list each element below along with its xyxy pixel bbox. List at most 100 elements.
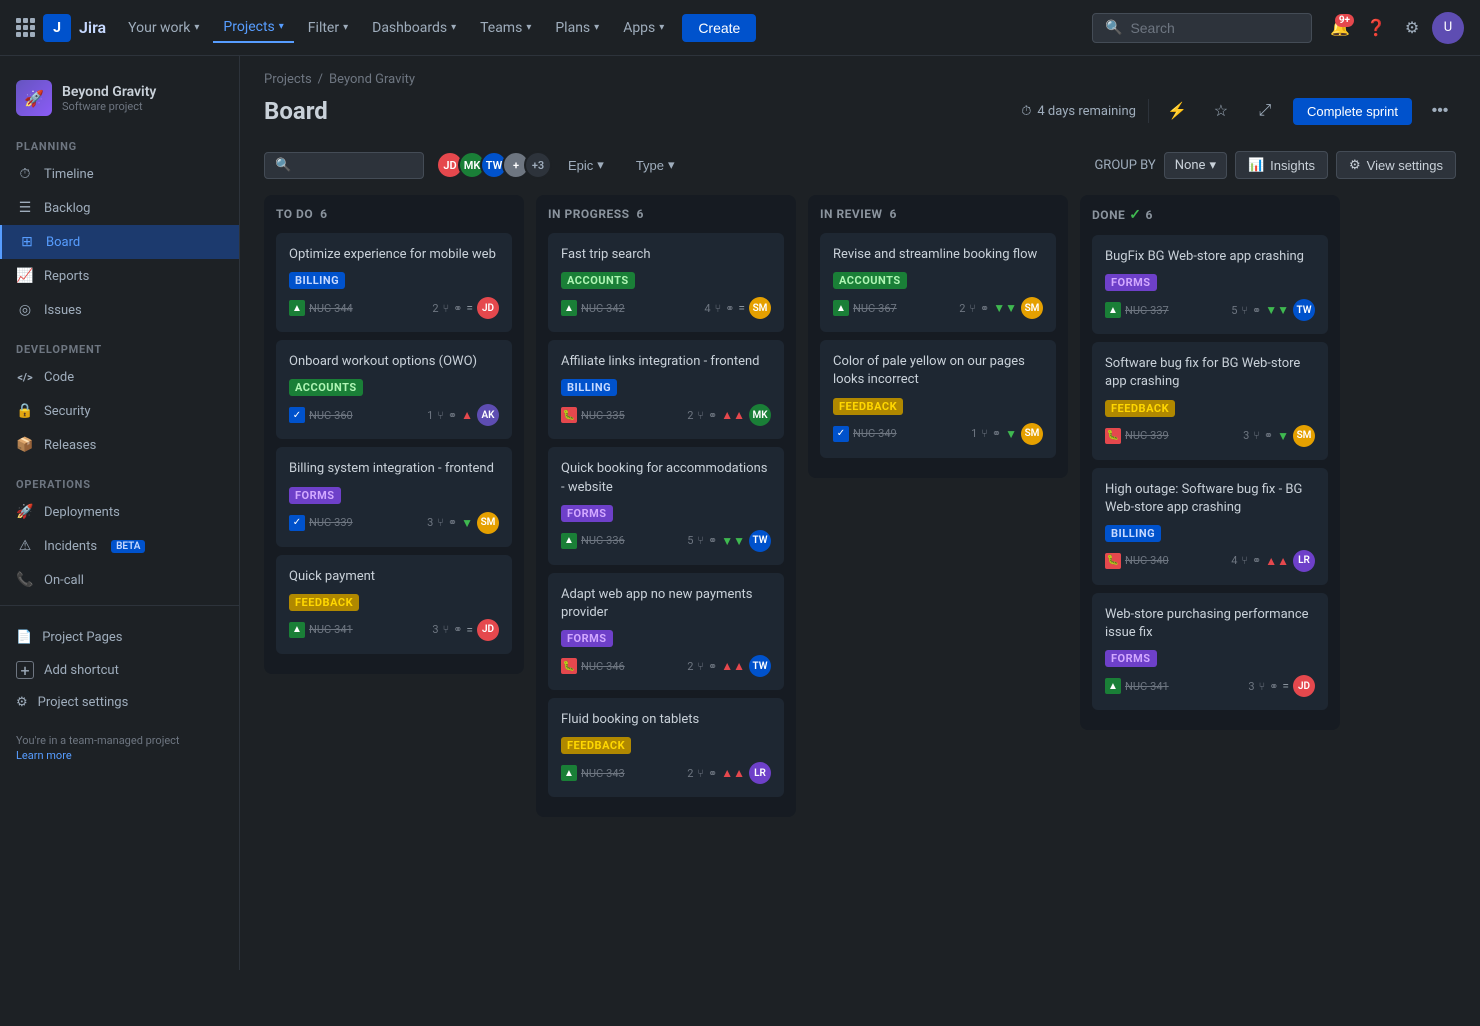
expand-button[interactable]: ⤢ bbox=[1249, 95, 1281, 127]
avatar-stack: JD MK TW + +3 bbox=[436, 151, 546, 179]
epic-filter-button[interactable]: Epic ▾ bbox=[558, 152, 614, 178]
sidebar-item-project-settings[interactable]: ⚙ Project settings bbox=[16, 687, 223, 718]
insights-button[interactable]: 📊 Insights bbox=[1235, 151, 1328, 179]
column-done: DONE ✓ 6 BugFix BG Web-store app crashin… bbox=[1080, 195, 1340, 730]
sidebar-item-releases[interactable]: 📦 Releases bbox=[0, 428, 239, 462]
sidebar-item-issues[interactable]: ◎ Issues bbox=[0, 293, 239, 327]
project-name: Beyond Gravity bbox=[62, 84, 223, 100]
breadcrumb-separator: / bbox=[318, 72, 323, 87]
card-nuc-346[interactable]: Adapt web app no new payments provider F… bbox=[548, 573, 784, 690]
nav-dashboards[interactable]: Dashboards ▾ bbox=[362, 14, 466, 42]
kanban-board: TO DO 6 Optimize experience for mobile w… bbox=[240, 195, 1480, 841]
card-nuc-337[interactable]: BugFix BG Web-store app crashing FORMS ▲… bbox=[1092, 235, 1328, 334]
sidebar-item-code[interactable]: </> Code bbox=[0, 360, 239, 394]
card-footer: ▲ NUC-336 5 ⑂ ⚭ ▼▼ TW bbox=[561, 530, 771, 552]
top-navigation: J Jira Your work ▾ Projects ▾ Filter ▾ D… bbox=[0, 0, 1480, 56]
project-details: Beyond Gravity Software project bbox=[62, 84, 223, 113]
card-meta: 2 ⑂ ⚭ ▲▲ bbox=[687, 766, 745, 780]
group-by-select[interactable]: None ▾ bbox=[1164, 152, 1227, 179]
view-settings-button[interactable]: ⚙ View settings bbox=[1336, 151, 1456, 179]
help-button[interactable]: ❓ bbox=[1360, 12, 1392, 44]
card-nuc-335[interactable]: Affiliate links integration - frontend B… bbox=[548, 340, 784, 439]
type-filter-button[interactable]: Type ▾ bbox=[626, 152, 685, 178]
card-nuc-343[interactable]: Fluid booking on tablets FEEDBACK ▲ NUC-… bbox=[548, 698, 784, 797]
search-input[interactable] bbox=[1130, 20, 1299, 36]
issue-type-icon: ▲ bbox=[833, 300, 849, 316]
card-meta: 1 ⑂ ⚭ ▼ bbox=[971, 427, 1017, 441]
sidebar-item-incidents[interactable]: ⚠ Incidents BETA bbox=[0, 529, 239, 563]
card-meta: 3 ⑂ ⚭ ▼ bbox=[427, 516, 473, 530]
sidebar-item-timeline[interactable]: ⏱ Timeline bbox=[0, 157, 239, 191]
column-header-inreview: IN REVIEW 6 bbox=[820, 207, 1056, 221]
card-nuc-349[interactable]: Color of pale yellow on our pages looks … bbox=[820, 340, 1056, 457]
card-assignee: JD bbox=[1293, 675, 1315, 697]
oncall-icon: 📞 bbox=[16, 571, 34, 589]
priority-icon: ▲▲ bbox=[1265, 554, 1289, 568]
nav-your-work[interactable]: Your work ▾ bbox=[118, 14, 209, 42]
card-meta: 2 ⑂ ⚭ = bbox=[432, 301, 473, 315]
star-button[interactable]: ☆ bbox=[1205, 95, 1237, 127]
nav-apps[interactable]: Apps ▾ bbox=[613, 14, 674, 42]
card-tag-feedback: FEEDBACK bbox=[289, 594, 359, 611]
breadcrumb-projects[interactable]: Projects bbox=[264, 72, 312, 87]
toolbar-right: GROUP BY None ▾ 📊 Insights ⚙ View settin… bbox=[1094, 151, 1456, 179]
chevron-icon: ▾ bbox=[594, 22, 599, 33]
sidebar-item-reports[interactable]: 📈 Reports bbox=[0, 259, 239, 293]
sidebar-item-oncall[interactable]: 📞 On-call bbox=[0, 563, 239, 597]
priority-icon: ▼▼ bbox=[721, 534, 745, 548]
card-nuc-360[interactable]: Onboard workout options (OWO) ACCOUNTS ✓… bbox=[276, 340, 512, 439]
card-nuc-339-done[interactable]: Software bug fix for BG Web-store app cr… bbox=[1092, 342, 1328, 459]
nav-filter[interactable]: Filter ▾ bbox=[298, 14, 358, 42]
beta-badge: BETA bbox=[111, 540, 145, 553]
priority-icon: ▼ bbox=[1277, 429, 1289, 443]
app-logo[interactable]: J Jira bbox=[16, 14, 106, 42]
sidebar-item-deployments[interactable]: 🚀 Deployments bbox=[0, 495, 239, 529]
priority-icon: = bbox=[466, 301, 473, 315]
notifications-button[interactable]: 🔔 9+ bbox=[1324, 12, 1356, 44]
board-search-input[interactable] bbox=[297, 158, 413, 173]
card-assignee: MK bbox=[749, 404, 771, 426]
nav-plans[interactable]: Plans ▾ bbox=[545, 14, 609, 42]
card-assignee: AK bbox=[477, 404, 499, 426]
card-nuc-342[interactable]: Fast trip search ACCOUNTS ▲ NUC-342 4 ⑂ … bbox=[548, 233, 784, 332]
nav-projects[interactable]: Projects ▾ bbox=[213, 13, 293, 43]
column-header-done: DONE ✓ 6 bbox=[1092, 207, 1328, 223]
create-button[interactable]: Create bbox=[682, 14, 756, 42]
card-nuc-339-todo[interactable]: Billing system integration - frontend FO… bbox=[276, 447, 512, 546]
sidebar-item-project-pages[interactable]: 📄 Project Pages bbox=[16, 622, 223, 653]
card-assignee: SM bbox=[1293, 425, 1315, 447]
card-assignee: LR bbox=[749, 762, 771, 784]
card-nuc-367[interactable]: Revise and streamline booking flow ACCOU… bbox=[820, 233, 1056, 332]
board-search-box[interactable]: 🔍 bbox=[264, 152, 424, 179]
card-nuc-341-done[interactable]: Web-store purchasing performance issue f… bbox=[1092, 593, 1328, 710]
avatar-count[interactable]: +3 bbox=[524, 151, 552, 179]
sidebar-item-add-shortcut[interactable]: + Add shortcut bbox=[16, 653, 223, 687]
settings-button[interactable]: ⚙ bbox=[1396, 12, 1428, 44]
complete-sprint-button[interactable]: Complete sprint bbox=[1293, 98, 1412, 125]
card-nuc-340[interactable]: High outage: Software bug fix - BG Web-s… bbox=[1092, 468, 1328, 585]
code-icon: </> bbox=[16, 368, 34, 386]
sidebar-item-security[interactable]: 🔒 Security bbox=[0, 394, 239, 428]
card-footer: 🐛 NUC-339 3 ⑂ ⚭ ▼ SM bbox=[1105, 425, 1315, 447]
card-nuc-341-todo[interactable]: Quick payment FEEDBACK ▲ NUC-341 3 ⑂ ⚭ =… bbox=[276, 555, 512, 654]
card-nuc-344[interactable]: Optimize experience for mobile web BILLI… bbox=[276, 233, 512, 332]
nav-teams[interactable]: Teams ▾ bbox=[470, 14, 541, 42]
sidebar-item-board[interactable]: ⊞ Board bbox=[0, 225, 239, 259]
card-assignee: JD bbox=[477, 297, 499, 319]
learn-more-link[interactable]: Learn more bbox=[0, 749, 239, 778]
planning-section-title: PLANNING bbox=[0, 132, 239, 157]
search-box[interactable]: 🔍 bbox=[1092, 13, 1312, 43]
chevron-icon: ▾ bbox=[451, 22, 456, 33]
column-title-inreview: IN REVIEW 6 bbox=[820, 207, 897, 221]
card-nuc-336[interactable]: Quick booking for accommodations - websi… bbox=[548, 447, 784, 564]
card-footer: 🐛 NUC-340 4 ⑂ ⚭ ▲▲ LR bbox=[1105, 550, 1315, 572]
card-meta: 3 ⑂ ⚭ = bbox=[1248, 679, 1289, 693]
user-avatar[interactable]: U bbox=[1432, 12, 1464, 44]
more-options-button[interactable]: ••• bbox=[1424, 95, 1456, 127]
card-tag: FEEDBACK bbox=[561, 737, 631, 754]
sidebar-item-backlog[interactable]: ☰ Backlog bbox=[0, 191, 239, 225]
lightning-button[interactable]: ⚡ bbox=[1161, 95, 1193, 127]
card-tag: BILLING bbox=[1105, 525, 1161, 542]
breadcrumb-project-name[interactable]: Beyond Gravity bbox=[329, 72, 415, 87]
card-meta: 1 ⑂ ⚭ ▲ bbox=[427, 408, 473, 422]
